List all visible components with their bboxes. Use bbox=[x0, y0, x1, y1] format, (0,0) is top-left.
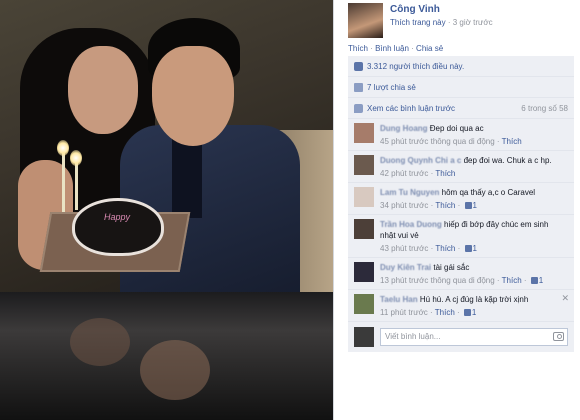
comment-input-placeholder: Viết bình luận... bbox=[385, 332, 441, 341]
commenter-avatar[interactable] bbox=[354, 262, 374, 282]
commenter-name[interactable]: Duy Kiên Trai bbox=[380, 263, 431, 272]
owner-avatar[interactable] bbox=[348, 3, 383, 38]
comment-input[interactable]: Viết bình luận... bbox=[380, 328, 568, 346]
comment-like-count[interactable]: 1 bbox=[473, 201, 477, 210]
share-icon bbox=[354, 82, 363, 92]
table-reflection bbox=[70, 318, 130, 366]
comment-like-link[interactable]: Thích bbox=[435, 244, 455, 253]
comment-item: Dung Hoang Đep doi qua ac 45 phút trước … bbox=[348, 119, 574, 151]
comment-count: 6 trong số 58 bbox=[521, 103, 568, 113]
meta-separator: · bbox=[447, 18, 451, 27]
comment-item: Duy Kiên Trai tài gái sắc 13 phút trước … bbox=[348, 258, 574, 290]
comment-text: Đep doi qua ac bbox=[429, 124, 484, 133]
comment-like-count[interactable]: 1 bbox=[539, 276, 543, 285]
comment-like-link[interactable]: Thích bbox=[435, 201, 455, 210]
comment-composer: Viết bình luận... bbox=[348, 322, 574, 352]
comment-body: Duong Quynh Chi a c đep đoi wa. Chuk a c… bbox=[380, 155, 560, 179]
feedback-box: 3.312 người thích điều này. 7 lượt chia … bbox=[348, 56, 574, 352]
comment-item: Taelu Han Hú hú. A cj đúg là kặp trời xị… bbox=[348, 290, 574, 322]
comment-time[interactable]: 13 phút trước thông qua di động bbox=[380, 276, 495, 285]
comment-text: Hú hú. A cj đúg là kặp trời xịnh bbox=[419, 295, 529, 304]
shares-summary[interactable]: 7 lượt chia sẻ bbox=[367, 83, 416, 92]
comment-meta: 45 phút trước thông qua di động · Thích bbox=[380, 137, 522, 146]
view-previous-row[interactable]: Xem các bình luận trước 6 trong số 58 bbox=[348, 98, 574, 119]
comment-item: Lam Tu Nguyen hôm qa thấy a,c o Caravel … bbox=[348, 183, 574, 215]
cake-text: Happy bbox=[103, 212, 130, 222]
commenter-name[interactable]: Trần Hoa Duong bbox=[380, 220, 442, 229]
commenter-name[interactable]: Duong Quynh Chi a c bbox=[380, 156, 461, 165]
owner-meta: Thích trang này · 3 giờ trước bbox=[390, 18, 493, 27]
commenter-avatar[interactable] bbox=[354, 155, 374, 175]
owner-name[interactable]: Công Vinh bbox=[390, 4, 493, 15]
comment-time[interactable]: 11 phút trước bbox=[380, 308, 428, 317]
close-icon[interactable]: ✕ bbox=[561, 293, 569, 304]
comment-text: đep đoi wa. Chuk a c hp. bbox=[463, 156, 552, 165]
like-page-link[interactable]: Thích trang này bbox=[390, 18, 446, 27]
thumbs-up-icon bbox=[530, 277, 538, 284]
man-face-shape bbox=[152, 46, 234, 146]
comment-meta: 13 phút trước thông qua di động · Thích … bbox=[380, 276, 544, 285]
thumbs-up-icon bbox=[463, 309, 471, 316]
post-owner: Công Vinh Thích trang này · 3 giờ trước bbox=[348, 3, 493, 38]
commenter-name[interactable]: Dung Hoang bbox=[380, 124, 428, 133]
commenter-name[interactable]: Taelu Han bbox=[380, 295, 418, 304]
viewer-avatar bbox=[354, 327, 374, 347]
camera-icon[interactable] bbox=[553, 332, 564, 341]
post-timestamp[interactable]: 3 giờ trước bbox=[453, 18, 493, 27]
like-link[interactable]: Thích bbox=[348, 44, 368, 53]
thumbs-up-icon bbox=[464, 202, 472, 209]
thumbs-up-icon bbox=[354, 61, 363, 71]
comment-like-count[interactable]: 1 bbox=[472, 308, 476, 317]
owner-info: Công Vinh Thích trang này · 3 giờ trước bbox=[390, 4, 493, 38]
shares-row[interactable]: 7 lượt chia sẻ bbox=[348, 77, 574, 98]
comment-like-link[interactable]: Thích bbox=[502, 276, 522, 285]
comment-item: Trần Hoa Duong hiếp đi bớp đây chúc em s… bbox=[348, 215, 574, 258]
likes-row[interactable]: 3.312 người thích điều này. bbox=[348, 56, 574, 77]
commenter-avatar[interactable] bbox=[354, 294, 374, 314]
comment-text: hôm qa thấy a,c o Caravel bbox=[441, 188, 536, 197]
man-shirt-shape bbox=[172, 138, 202, 218]
post-side-panel: Công Vinh Thích trang này · 3 giờ trước … bbox=[333, 0, 580, 420]
comment-time[interactable]: 42 phút trước bbox=[380, 169, 428, 178]
candle-flame bbox=[70, 150, 82, 166]
likes-summary[interactable]: 3.312 người thích điều này. bbox=[367, 62, 464, 71]
action-separator: · bbox=[408, 44, 417, 53]
comment-body: Duy Kiên Trai tài gái sắc 13 phút trước … bbox=[380, 262, 560, 286]
table-reflection bbox=[140, 340, 210, 400]
comment-like-link[interactable]: Thích bbox=[435, 308, 455, 317]
commenter-avatar[interactable] bbox=[354, 123, 374, 143]
candle-flame bbox=[57, 140, 69, 156]
comment-meta: 11 phút trước · Thích · 1 bbox=[380, 308, 477, 317]
comment-meta: 42 phút trước · Thích bbox=[380, 169, 456, 178]
comment-time[interactable]: 45 phút trước thông qua di động bbox=[380, 137, 495, 146]
candle bbox=[75, 160, 78, 210]
comment-body: Trần Hoa Duong hiếp đi bớp đây chúc em s… bbox=[380, 219, 560, 254]
comment-item: Duong Quynh Chi a c đep đoi wa. Chuk a c… bbox=[348, 151, 574, 183]
comment-text: tài gái sắc bbox=[433, 263, 470, 272]
comment-body: Dung Hoang Đep doi qua ac 45 phút trước … bbox=[380, 123, 560, 147]
comment-like-count[interactable]: 1 bbox=[473, 244, 477, 253]
view-previous-comments-link[interactable]: Xem các bình luận trước bbox=[367, 104, 455, 113]
comment-time[interactable]: 34 phút trước bbox=[380, 201, 428, 210]
post-actions: Thích · Bình luận · Chia sẻ bbox=[348, 44, 443, 53]
commenter-avatar[interactable] bbox=[354, 219, 374, 239]
comment-body: Taelu Han Hú hú. A cj đúg là kặp trời xị… bbox=[380, 294, 560, 318]
comment-icon bbox=[354, 103, 363, 113]
commenter-name[interactable]: Lam Tu Nguyen bbox=[380, 188, 439, 197]
thumbs-up-icon bbox=[464, 245, 472, 252]
candle bbox=[62, 150, 65, 212]
comment-link[interactable]: Bình luận bbox=[375, 44, 409, 53]
commenter-avatar[interactable] bbox=[354, 187, 374, 207]
share-link[interactable]: Chia sẻ bbox=[416, 44, 443, 53]
woman-face-shape bbox=[68, 46, 138, 134]
comment-meta: 34 phút trước · Thích · 1 bbox=[380, 201, 477, 210]
comment-like-link[interactable]: Thích bbox=[435, 169, 455, 178]
comment-time[interactable]: 43 phút trước bbox=[380, 244, 428, 253]
post-photo[interactable]: Happy bbox=[0, 0, 333, 420]
comment-body: Lam Tu Nguyen hôm qa thấy a,c o Caravel … bbox=[380, 187, 560, 211]
comment-meta: 43 phút trước · Thích · 1 bbox=[380, 244, 477, 253]
comment-like-link[interactable]: Thích bbox=[502, 137, 522, 146]
